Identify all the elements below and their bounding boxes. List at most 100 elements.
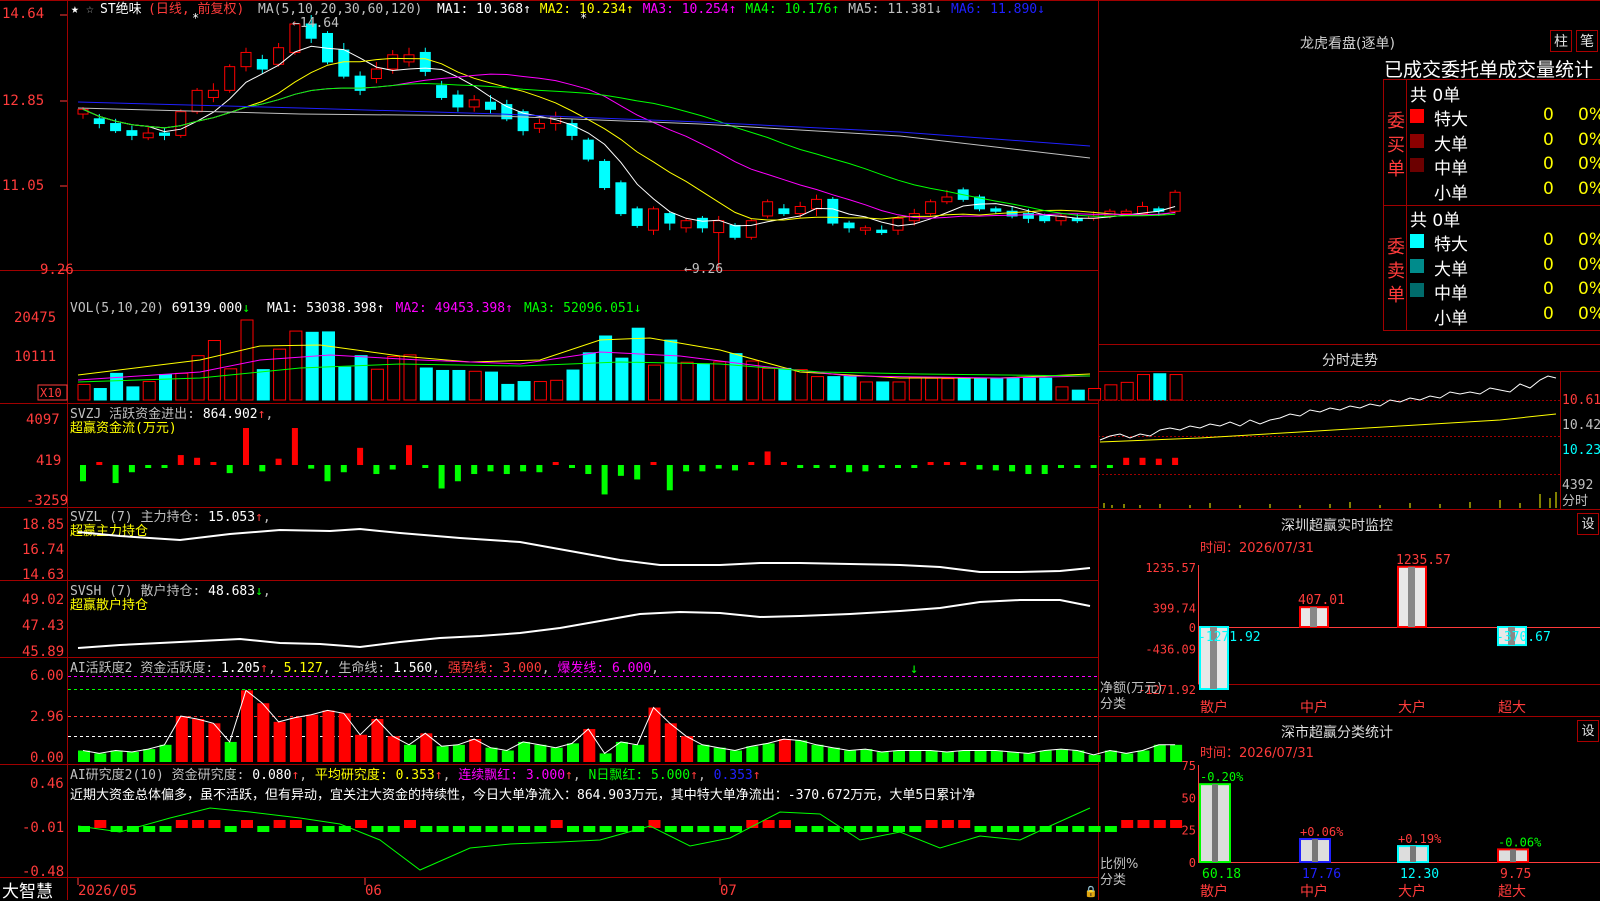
vol-ma-legend-item: MA3: 52096.051↓ <box>524 301 641 316</box>
classify-settings-button[interactable]: 设 <box>1577 720 1599 742</box>
ratio-bar: +0.06% 17.76 <box>1299 825 1344 882</box>
star-outline-icon[interactable]: ☆ <box>86 2 94 17</box>
net-flow-value: -370.67 <box>1496 630 1551 645</box>
candle <box>696 217 708 229</box>
svzj-header: SVZJ 活跃资金进出: 864.902↑, <box>70 406 273 422</box>
candle <box>876 229 888 234</box>
ai-active-bar <box>860 749 873 762</box>
svzj-bar <box>145 465 152 468</box>
svzj-bar <box>960 462 967 465</box>
price-axis-tick: 12.85 <box>2 93 44 109</box>
ai-research-bar <box>241 820 253 828</box>
volume-panel[interactable]: VOL(5,10,20) 69139.000↓ MA1: 53038.398↑ M… <box>14 301 1183 401</box>
order-count: 0 <box>1543 303 1554 324</box>
candle <box>631 208 643 226</box>
vol-axis-tick: 10111 <box>14 349 56 365</box>
svzj-bar <box>226 465 233 474</box>
order-percent: 0% <box>1578 303 1600 324</box>
ai-active-bar <box>909 750 922 762</box>
volume-bar <box>648 364 661 401</box>
volume-bar <box>1120 381 1134 401</box>
net-flow-bar: -1271.92 <box>1198 626 1261 690</box>
svzj-bar <box>1172 457 1179 465</box>
ai-research-bar <box>257 826 270 832</box>
candle <box>142 132 154 139</box>
ai-active-bar <box>925 750 938 762</box>
svzj-bar <box>699 465 706 472</box>
svzj-bar <box>829 465 836 468</box>
ratio-chart[interactable]: 75 50 25 0 -0.20% 60.18 +0.06% 17.76 +0.19% 12.3… <box>1182 759 1600 882</box>
star-icon[interactable]: ★ <box>71 2 79 17</box>
svzj-panel[interactable]: SVZJ 活跃资金进出: 864.902↑, 超赢资金流(万元) 4097 41… <box>26 406 1179 509</box>
svzj-bar <box>275 458 282 465</box>
svzj-bar <box>1139 457 1146 465</box>
intraday-vol-tick: 4392 <box>1562 478 1593 493</box>
volume-bar <box>93 388 107 401</box>
ai-active-bar <box>615 741 628 762</box>
volume-bar <box>485 371 498 401</box>
intraday-axis-tick: 10.42 <box>1562 418 1600 433</box>
candle <box>240 51 252 68</box>
ratio-tick: 50 <box>1182 791 1196 805</box>
candle <box>925 201 937 215</box>
svzj-bar <box>895 465 901 468</box>
tick-view-button[interactable]: 笔 <box>1576 30 1598 52</box>
volume-bar <box>126 386 140 401</box>
lock-icon[interactable]: 🔒 <box>1084 885 1098 898</box>
ratio-value: 60.18 <box>1202 867 1241 882</box>
ai-research-bar <box>94 820 107 828</box>
price-panel[interactable]: 14.64 12.85 11.05 9.26 ★ ☆ ST绝味 (日线, 前复权… <box>2 1 1181 278</box>
ai-research-bar <box>664 826 677 832</box>
intraday-axis-tick: 10.23 <box>1562 443 1600 458</box>
ai-research-bar <box>1056 826 1068 832</box>
ai-active-panel[interactable]: AI活跃度2 资金活跃度: 1.205↑, 5.127, 生命线: 1.560,… <box>30 660 1183 766</box>
svzl-panel[interactable]: SVZL (7) 主力持仓: 15.053↑, 超赢主力持仓 18.85 16.… <box>22 510 1091 583</box>
ratio-change: -0.20% <box>1200 770 1244 784</box>
net-flow-chart[interactable]: 1235.57 399.74 0 -436.09-1271.92 -1271.92 40… <box>1138 553 1600 697</box>
candle <box>207 89 219 98</box>
ai-research-bar <box>289 820 302 828</box>
bar-view-button[interactable]: 柱 <box>1550 30 1572 52</box>
ai-active-bar <box>567 743 579 762</box>
candle <box>370 68 382 80</box>
ai-active-bar <box>159 744 172 762</box>
monitor-settings-button[interactable]: 设 <box>1577 513 1599 535</box>
ai-research-bars <box>78 820 1183 832</box>
volume-bar <box>159 374 172 401</box>
lhkp-subtitle: 已成交委托单成交量统计 <box>1384 59 1594 81</box>
ai-research-bar <box>1170 820 1183 828</box>
svzj-axis-tick: 4097 <box>26 412 60 428</box>
ai-active-axis-tick: 0.00 <box>30 750 64 766</box>
order-count: 0 <box>1543 254 1554 275</box>
main-chart-canvas[interactable]: 14.64 12.85 11.05 9.26 ★ ☆ ST绝味 (日线, 前复权… <box>0 0 1600 900</box>
ai-research-bar <box>273 820 286 828</box>
candle <box>452 94 464 108</box>
svzj-bar <box>194 457 201 465</box>
ai-active-bar <box>1007 751 1020 762</box>
candle <box>175 111 187 136</box>
ai-research-bar <box>1088 826 1101 832</box>
ai-research-bar <box>567 826 579 832</box>
ma-legend-item: MA4: 10.176↑ <box>745 2 839 17</box>
candle <box>77 108 89 115</box>
ai-active-bar <box>941 751 954 762</box>
candle <box>859 227 871 231</box>
svsh-panel[interactable]: SVSH (7) 散户持仓: 48.683↓, 超赢散户持仓 49.02 47.… <box>22 583 1091 660</box>
bottom-axis: 大智慧 2026/05 06 07 🔒 <box>2 878 1098 900</box>
order-count: 0 <box>1543 230 1554 250</box>
ai-research-bar <box>469 826 482 832</box>
ai-research-panel[interactable]: AI研究度2(10) 资金研究度: 0.080↑, 平均研究度: 0.353↑,… <box>22 767 1183 880</box>
ratio-change: +0.06% <box>1300 825 1344 839</box>
svzj-bar <box>471 465 478 475</box>
volume-bar <box>77 383 91 401</box>
ma5-line <box>82 45 1176 227</box>
volume-bar <box>175 372 189 401</box>
ratio-bar: +0.19% 12.30 <box>1397 832 1442 882</box>
svzj-bar <box>601 465 608 495</box>
svzj-bar <box>291 428 298 465</box>
volume-bar <box>859 381 873 401</box>
order-size-label: 中单 <box>1434 159 1468 179</box>
ai-active-bar <box>778 739 791 762</box>
ai-research-bar <box>697 826 710 832</box>
ai-active-bar <box>273 721 286 762</box>
